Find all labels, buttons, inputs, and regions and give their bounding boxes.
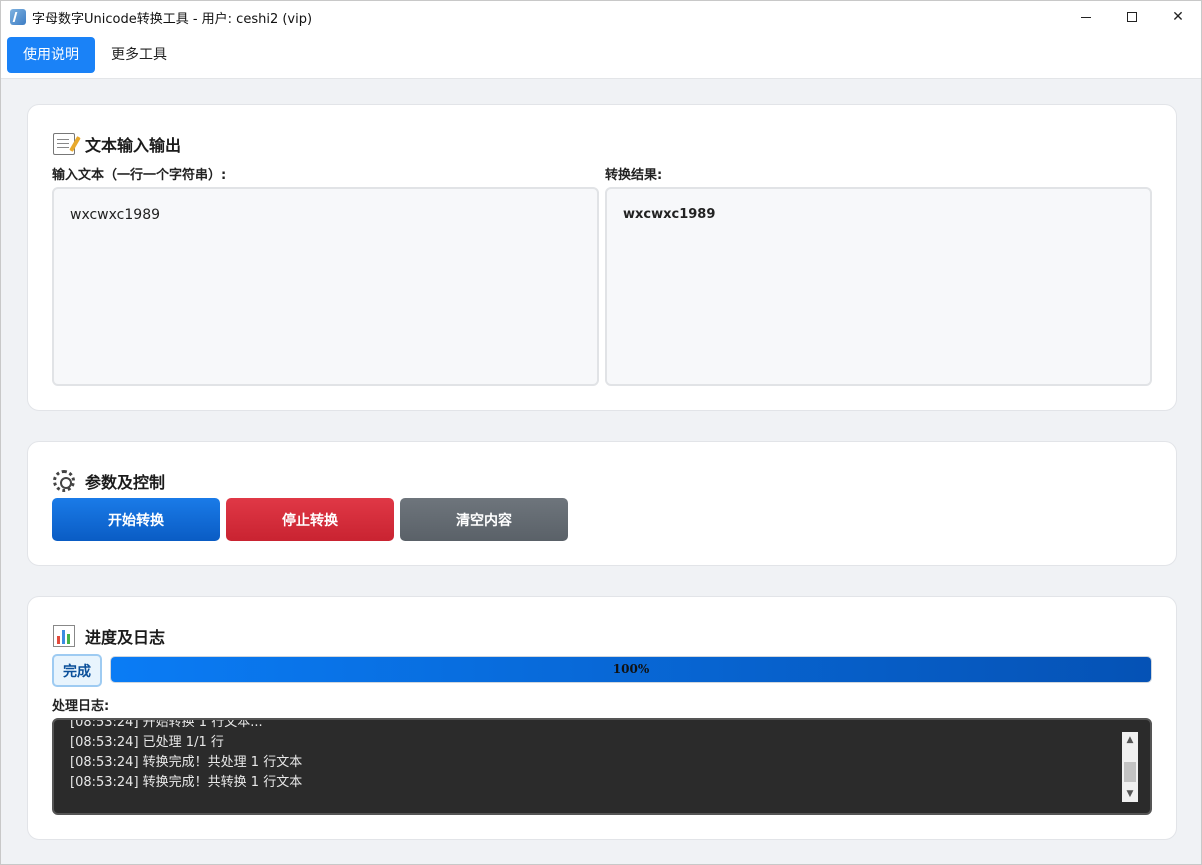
input-text: wxcwxc1989 [70,207,161,223]
maximize-button[interactable] [1109,1,1155,33]
progress-bar: 100% [110,656,1152,683]
menu-item-instructions[interactable]: 使用说明 [7,37,95,73]
maximize-icon [1127,12,1137,22]
control-section-title: 参数及控制 [53,469,165,493]
notepad-icon [53,133,75,155]
status-badge: 完成 [52,654,102,687]
scrollbar-thumb[interactable] [1124,762,1136,782]
log-line: [08:53:24] 转换完成！共转换 1 行文本 [70,775,303,790]
stop-convert-button[interactable]: 停止转换 [226,498,394,541]
app-icon [10,9,26,25]
log-scrollbar[interactable]: ▲ ▼ [1122,732,1138,802]
io-panel: 文本输入输出 输入文本（一行一个字符串）: 转换结果: wxcwxc1989 w… [27,104,1177,411]
input-textarea[interactable]: wxcwxc1989 [52,187,599,386]
minimize-button[interactable] [1063,1,1109,33]
io-section-title-text: 文本输入输出 [85,136,182,155]
gear-icon [53,470,75,492]
bar-chart-icon [53,625,75,647]
log-label: 处理日志: [52,699,110,714]
io-section-title: 文本输入输出 [53,132,181,156]
control-section-title-text: 参数及控制 [85,473,166,492]
start-convert-button[interactable]: 开始转换 [52,498,220,541]
input-label: 输入文本（一行一个字符串）: [52,168,227,183]
log-area[interactable]: [08:53:24] 开始转换 1 行文本... [08:53:24] 已处理 … [52,718,1152,815]
progress-section-title-text: 进度及日志 [85,628,166,647]
log-lines: [08:53:24] 开始转换 1 行文本... [08:53:24] 已处理 … [70,718,303,793]
output-text: wxcwxc1989 [623,207,716,222]
close-button[interactable]: ✕ [1155,1,1201,33]
scroll-down-icon[interactable]: ▼ [1122,786,1138,802]
scroll-up-icon[interactable]: ▲ [1122,732,1138,748]
clear-content-button[interactable]: 清空内容 [400,498,568,541]
output-textarea[interactable]: wxcwxc1989 [605,187,1152,386]
log-line: [08:53:24] 已处理 1/1 行 [70,735,224,750]
window-controls: ✕ [1063,1,1201,33]
progress-text: 100% [612,662,650,676]
menu-bar: 使用说明 更多工具 [1,33,1201,79]
menu-item-more-tools[interactable]: 更多工具 [95,37,183,73]
window-title: 字母数字Unicode转换工具 - 用户: ceshi2 (vip) [32,11,313,27]
control-panel: 参数及控制 开始转换 停止转换 清空内容 [27,441,1177,566]
output-label: 转换结果: [605,168,663,183]
log-line: [08:53:24] 转换完成！共处理 1 行文本 [70,755,303,770]
minimize-icon [1081,16,1091,18]
title-bar: 字母数字Unicode转换工具 - 用户: ceshi2 (vip) ✕ [1,1,1201,33]
log-line: [08:53:24] 开始转换 1 行文本... [70,718,263,730]
progress-section-title: 进度及日志 [53,624,165,648]
progress-panel: 进度及日志 完成 100% 处理日志: [08:53:24] 开始转换 1 行文… [27,596,1177,840]
